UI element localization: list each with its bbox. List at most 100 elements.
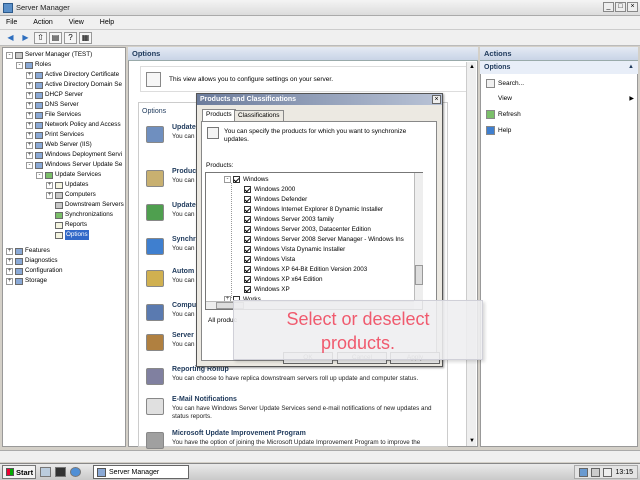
tree-item[interactable]: Synchronizations [46, 210, 113, 220]
maximize-button[interactable]: □ [615, 2, 626, 12]
product-item[interactable]: Windows Vista Dynamic Installer [244, 244, 345, 254]
product-item[interactable]: Windows Defender [244, 194, 307, 204]
expand-icon[interactable]: + [26, 81, 33, 89]
option-item-title[interactable]: Server [172, 332, 194, 339]
expand-icon[interactable]: + [26, 151, 33, 159]
minimize-button[interactable]: _ [603, 2, 614, 12]
option-item-title[interactable]: Synchr [172, 236, 196, 243]
forward-arrow-icon[interactable]: ▶ [19, 32, 32, 44]
back-arrow-icon[interactable]: ◀ [4, 32, 17, 44]
product-item[interactable]: Windows Server 2003 family [244, 214, 334, 224]
tree-item[interactable]: + Windows Deployment Servi [26, 150, 122, 160]
product-checkbox[interactable] [244, 255, 251, 263]
tree-item[interactable]: - Roles [16, 60, 51, 70]
product-item[interactable]: Windows Server 2003, Datacenter Edition [244, 224, 371, 234]
tray-volume-icon[interactable] [591, 467, 601, 477]
option-item-title[interactable]: Update [172, 124, 196, 131]
option-item-title[interactable]: Microsoft Update Improvement Program [172, 430, 306, 437]
tree-item[interactable]: - Windows Server Update Se [26, 160, 122, 170]
collapse-icon[interactable]: - [36, 171, 43, 179]
menu-help[interactable]: Help [100, 19, 114, 26]
expand-icon[interactable]: + [26, 121, 33, 129]
tree-item[interactable]: + Web Server (IIS) [26, 140, 92, 150]
product-checkbox[interactable] [244, 225, 251, 233]
product-item[interactable]: Windows Internet Explorer 8 Dynamic Inst… [244, 204, 383, 214]
scroll-down-icon[interactable]: ▼ [468, 437, 476, 445]
tree-item[interactable]: - Update Services [36, 170, 101, 180]
tree-item[interactable]: Downstream Servers [46, 200, 124, 210]
actions-section-options[interactable]: Options ▲ [480, 61, 638, 74]
expand-icon[interactable]: + [6, 257, 13, 265]
close-button[interactable]: × [627, 2, 638, 12]
product-item[interactable]: Windows XP x64 Edition [244, 274, 323, 284]
option-item-title[interactable]: Autom [172, 268, 194, 275]
product-checkbox[interactable] [244, 185, 251, 193]
tray-flag-icon[interactable] [603, 467, 613, 477]
menu-action[interactable]: Action [33, 19, 52, 26]
option-item-title[interactable]: Reporting Rollup [172, 366, 229, 373]
clock[interactable]: 13:15 [615, 469, 633, 476]
tree-item[interactable]: + Computers [46, 190, 96, 200]
tree-item[interactable]: + Network Policy and Access [26, 120, 121, 130]
collapse-icon[interactable]: - [224, 175, 231, 183]
product-checkbox[interactable] [244, 205, 251, 213]
option-item-title[interactable]: Produc [172, 168, 196, 175]
tree-item[interactable]: + Diagnostics [6, 256, 58, 266]
option-item-title[interactable]: Update [172, 202, 196, 209]
tree-item[interactable]: + DNS Server [26, 100, 79, 110]
quicklaunch-ie-icon[interactable] [70, 467, 81, 477]
tree-item[interactable]: + File Services [26, 110, 81, 120]
expand-icon[interactable]: + [46, 191, 53, 199]
collapse-icon[interactable]: - [6, 51, 13, 59]
product-item[interactable]: Windows Vista [244, 254, 295, 264]
taskbar-server-manager[interactable]: Server Manager [93, 465, 189, 479]
tree-item[interactable]: + Configuration [6, 266, 62, 276]
scroll-thumb[interactable] [415, 265, 423, 285]
tree-item[interactable]: + Updates [46, 180, 88, 190]
expand-icon[interactable]: + [6, 247, 13, 255]
option-item[interactable]: E-Mail Notifications You can have Windows… [146, 394, 446, 428]
option-item-title[interactable]: Comput [172, 302, 198, 309]
product-checkbox[interactable] [244, 215, 251, 223]
tree-item[interactable]: - Server Manager (TEST) [6, 50, 92, 60]
properties-icon[interactable]: ▦ [79, 31, 92, 44]
product-item[interactable]: - Windows [224, 174, 269, 184]
option-item[interactable]: Reporting Rollup You can choose to have r… [146, 364, 446, 398]
tree-item[interactable]: + Active Directory Certificate [26, 70, 119, 80]
product-item[interactable]: Windows XP 64-Bit Edition Version 2003 [244, 264, 367, 274]
expand-icon[interactable]: + [26, 101, 33, 109]
collapse-icon[interactable]: - [16, 61, 23, 69]
product-item[interactable]: Windows XP [244, 284, 290, 294]
expand-icon[interactable]: + [26, 71, 33, 79]
quicklaunch-console-icon[interactable] [55, 467, 66, 477]
collapse-icon[interactable]: - [26, 161, 33, 169]
tab-products[interactable]: Products [202, 109, 236, 121]
product-checkbox[interactable] [244, 285, 251, 293]
expand-icon[interactable]: + [26, 141, 33, 149]
tree-item[interactable]: Reports [46, 220, 87, 230]
product-checkbox[interactable] [244, 245, 251, 253]
tree-item[interactable]: + Active Directory Domain Se [26, 80, 122, 90]
action-item[interactable]: Help [486, 124, 634, 136]
products-vertical-scrollbar[interactable] [414, 173, 423, 301]
center-scrollbar[interactable]: ▲ ▼ [466, 62, 476, 446]
up-folder-icon[interactable]: ⇧ [34, 31, 47, 44]
product-checkbox[interactable] [244, 195, 251, 203]
product-item[interactable]: Windows Server 2008 Server Manager - Win… [244, 234, 404, 244]
expand-icon[interactable]: + [6, 277, 13, 285]
menu-view[interactable]: View [69, 19, 84, 26]
expand-icon[interactable]: + [26, 131, 33, 139]
help-icon[interactable]: ? [64, 31, 77, 44]
action-item[interactable]: Refresh [486, 108, 634, 120]
tree-item[interactable]: + Features [6, 246, 50, 256]
tree-item[interactable]: + DHCP Server [26, 90, 83, 100]
dialog-close-button[interactable]: × [432, 95, 441, 104]
product-checkbox[interactable] [233, 175, 240, 183]
collapse-icon[interactable]: ▲ [628, 61, 634, 74]
tab-classifications[interactable]: Classifications [234, 110, 284, 121]
show-hide-tree-icon[interactable]: ▤ [49, 31, 62, 44]
expand-icon[interactable]: + [26, 111, 33, 119]
tree-item[interactable]: Options [46, 230, 89, 240]
tree-item[interactable]: + Storage [6, 276, 47, 286]
product-item[interactable]: Windows 2000 [244, 184, 295, 194]
